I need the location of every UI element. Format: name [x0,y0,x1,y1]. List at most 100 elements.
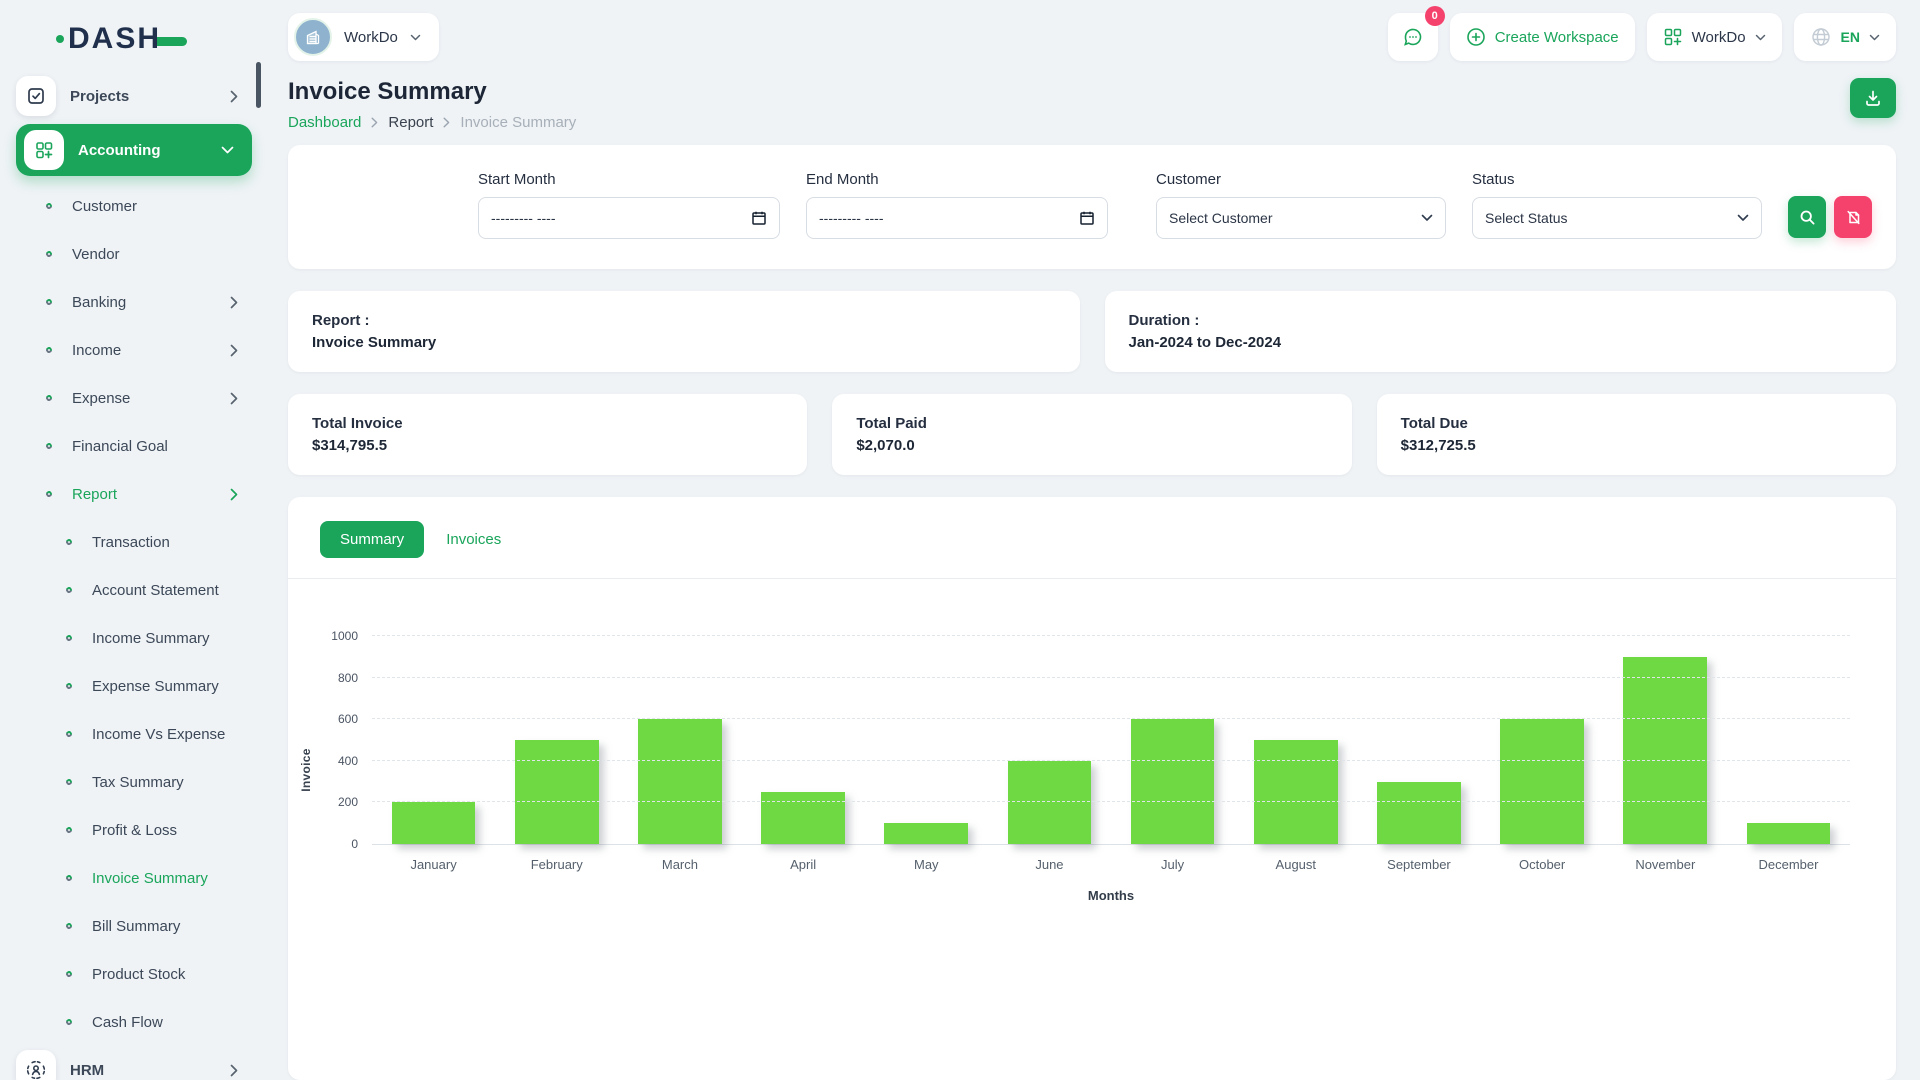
gridline [372,801,1850,802]
sidebar-item-tax-summary[interactable]: Tax Summary [16,758,254,806]
bar-december[interactable] [1747,823,1831,844]
bar-february[interactable] [515,740,599,844]
total-invoice-label: Total Invoice [312,415,783,432]
breadcrumb-report-link[interactable]: Report [388,114,433,131]
duration-label: Duration : [1129,312,1873,329]
account-menu[interactable]: WorkDo [1647,13,1782,61]
customer-select[interactable]: Select Customer [1156,197,1446,239]
sidebar: DASH Projects Accounting CustomerVendorB… [0,0,264,1080]
topbar-actions: 0 Create Workspace WorkDo EN [1388,13,1896,61]
end-month-input[interactable]: --------- ---- [806,197,1108,239]
y-axis-tick-label: 400 [338,754,358,768]
start-month-group: Start Month --------- ---- [478,171,780,239]
sidebar-item-invoice-summary[interactable]: Invoice Summary [16,854,254,902]
tab-invoices[interactable]: Invoices [446,531,501,548]
sidebar-item-expense[interactable]: Expense [16,374,254,422]
grid-plus-icon [1663,27,1683,47]
sidebar-item-accounting[interactable]: Accounting [16,124,252,176]
logo-text: DASH [68,22,161,56]
topbar: WorkDo 0 Create Workspace [288,0,1896,64]
clear-filter-icon [1845,209,1862,226]
sidebar-item-report[interactable]: Report [16,470,254,518]
main-content: WorkDo 0 Create Workspace [264,0,1920,1080]
filters-card: Start Month --------- ---- End Month ---… [288,145,1896,269]
filter-actions [1788,196,1872,239]
status-label: Status [1472,171,1762,188]
sidebar-item-projects[interactable]: Projects [16,72,254,120]
search-icon [1799,209,1816,226]
sidebar-item-transaction[interactable]: Transaction [16,518,254,566]
sidebar-item-vendor[interactable]: Vendor [16,230,254,278]
chevron-down-icon [221,146,234,154]
bar-september[interactable] [1377,782,1461,844]
bar-november[interactable] [1623,657,1707,844]
x-axis-label-march: March [618,857,741,872]
workspace-selector[interactable]: WorkDo [288,13,439,61]
sidebar-item-income[interactable]: Income [16,326,254,374]
sidebar-item-cash-flow[interactable]: Cash Flow [16,998,254,1046]
bar-july[interactable] [1131,719,1215,844]
sidebar-item-label: Customer [72,198,137,215]
apply-filter-button[interactable] [1788,196,1826,238]
sidebar-item-financial-goal[interactable]: Financial Goal [16,422,254,470]
chevron-down-icon [410,34,421,41]
globe-icon [1810,26,1832,48]
hrm-user-focus-icon [16,1050,56,1080]
sidebar-item-banking[interactable]: Banking [16,278,254,326]
sidebar-scrollbar-thumb[interactable] [256,62,261,108]
report-value: Invoice Summary [312,334,1056,351]
download-report-button[interactable] [1850,78,1896,118]
language-selector[interactable]: EN [1794,13,1896,61]
bullet-icon [65,634,73,642]
sidebar-item-hrm[interactable]: HRM [16,1046,254,1080]
brand-logo[interactable]: DASH [16,14,254,72]
sidebar-item-label: Transaction [92,534,170,551]
workspace-name: WorkDo [344,29,398,46]
sidebar-item-expense-summary[interactable]: Expense Summary [16,662,254,710]
customer-label: Customer [1156,171,1446,188]
bar-january[interactable] [392,802,476,844]
sidebar-item-profit-loss[interactable]: Profit & Loss [16,806,254,854]
reset-filter-button[interactable] [1834,196,1872,238]
sidebar-item-label: Bill Summary [92,918,180,935]
bar-october[interactable] [1500,719,1584,844]
accounting-submenu: Customer VendorBankingIncomeExpenseFinanc… [16,182,254,1046]
chevron-right-icon [230,392,238,405]
bar-august[interactable] [1254,740,1338,844]
bullet-icon [65,922,73,930]
bar-march[interactable] [638,719,722,844]
y-axis-tick-label: 800 [338,671,358,685]
tab-summary[interactable]: Summary [320,521,424,558]
sidebar-item-label: Projects [70,88,129,105]
sidebar-item-customer[interactable]: Customer [16,182,254,230]
calendar-icon[interactable] [1079,210,1095,226]
messages-button[interactable]: 0 [1388,13,1438,61]
chevron-down-icon [1737,214,1749,222]
y-axis-tick-label: 0 [351,837,358,851]
end-month-group: End Month --------- ---- [806,171,1108,239]
x-axis-label-december: December [1727,857,1850,872]
sidebar-item-income-summary[interactable]: Income Summary [16,614,254,662]
bar-slot [1481,637,1604,844]
bar-june[interactable] [1008,761,1092,844]
sidebar-item-product-stock[interactable]: Product Stock [16,950,254,998]
calendar-icon[interactable] [751,210,767,226]
bar-may[interactable] [884,823,968,844]
breadcrumb: Dashboard Report Invoice Summary [288,114,576,131]
total-due-value: $312,725.5 [1401,437,1872,454]
account-name: WorkDo [1692,29,1746,46]
bullet-icon [45,250,53,258]
status-select[interactable]: Select Status [1472,197,1762,239]
breadcrumb-dashboard-link[interactable]: Dashboard [288,114,361,131]
bullet-icon [65,538,73,546]
create-workspace-button[interactable]: Create Workspace [1450,13,1635,61]
start-month-input[interactable]: --------- ---- [478,197,780,239]
bar-slot [1111,637,1234,844]
sidebar-item-account-statement[interactable]: Account Statement [16,566,254,614]
bar-april[interactable] [761,792,845,844]
sidebar-item-income-vs-expense[interactable]: Income Vs Expense [16,710,254,758]
x-axis-label-november: November [1604,857,1727,872]
sidebar-item-label: Account Statement [92,582,219,599]
gridline [372,760,1850,761]
sidebar-item-bill-summary[interactable]: Bill Summary [16,902,254,950]
